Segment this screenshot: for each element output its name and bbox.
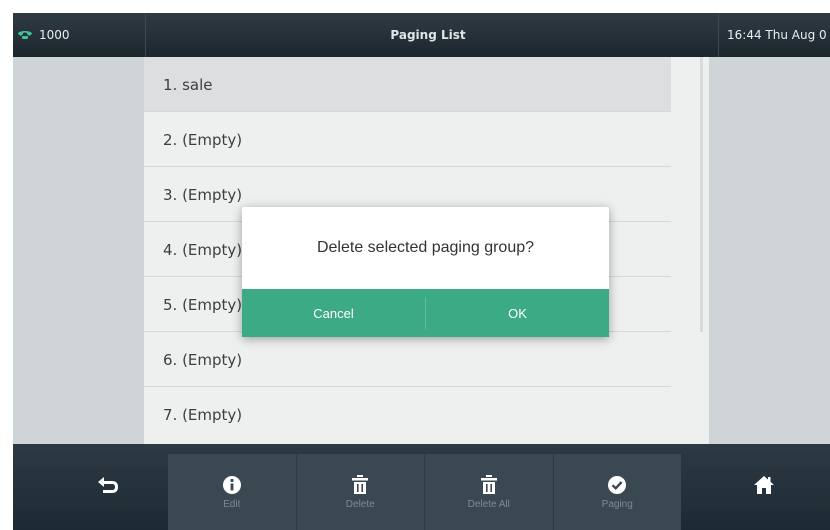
softkey-bar: Edit Delete Delete All Paging [13,444,830,530]
line-number: 1000 [39,28,70,42]
list-item-label: 7. (Empty) [163,405,243,424]
trash-icon [480,474,498,495]
phone-handset-icon [17,28,33,43]
scrollbar[interactable] [700,57,703,332]
ok-button[interactable]: OK [426,289,609,337]
cancel-button[interactable]: Cancel [242,289,425,337]
list-item-label: 6. (Empty) [163,350,243,369]
status-bar: 1000 Paging List 16:44 Thu Aug 0 [13,13,830,57]
paging-label: Paging [601,498,633,510]
home-button[interactable] [729,444,799,530]
dialog-actions: Cancel OK [242,289,609,337]
list-item-label: 1. sale [163,75,213,94]
date-time: 16:44 Thu Aug 0 [718,13,830,57]
list-item[interactable]: 1. sale [144,57,671,112]
phone-screen: 1000 Paging List 16:44 Thu Aug 0 1. sale… [13,13,830,530]
delete-all-softkey[interactable]: Delete All [425,454,554,530]
back-arrow-icon [97,476,119,498]
right-side-panel [709,57,830,444]
delete-all-label: Delete All [467,498,510,510]
paging-softkey[interactable]: Paging [554,454,682,530]
line-indicator: 1000 [17,13,146,57]
list-item[interactable]: 2. (Empty) [144,112,671,167]
delete-softkey[interactable]: Delete [297,454,425,530]
edit-softkey[interactable]: Edit [168,454,297,530]
page-title: Paging List [390,28,466,42]
home-icon [753,475,775,499]
check-circle-icon [607,475,627,495]
softkey-group: Edit Delete Delete All Paging [168,454,681,530]
list-item-label: 5. (Empty) [163,295,243,314]
edit-label: Edit [223,498,241,510]
info-icon [222,475,242,495]
confirm-dialog: Delete selected paging group? Cancel OK [242,207,609,337]
list-item[interactable]: 6. (Empty) [144,332,671,387]
dialog-message: Delete selected paging group? [316,239,535,256]
list-item-label: 2. (Empty) [163,130,243,149]
trash-icon [351,474,369,495]
delete-label: Delete [345,498,375,510]
list-item[interactable]: 7. (Empty) [144,387,671,442]
back-button[interactable] [73,444,143,530]
list-item-label: 4. (Empty) [163,240,243,259]
list-item-label: 3. (Empty) [163,185,243,204]
left-side-panel [13,57,144,444]
